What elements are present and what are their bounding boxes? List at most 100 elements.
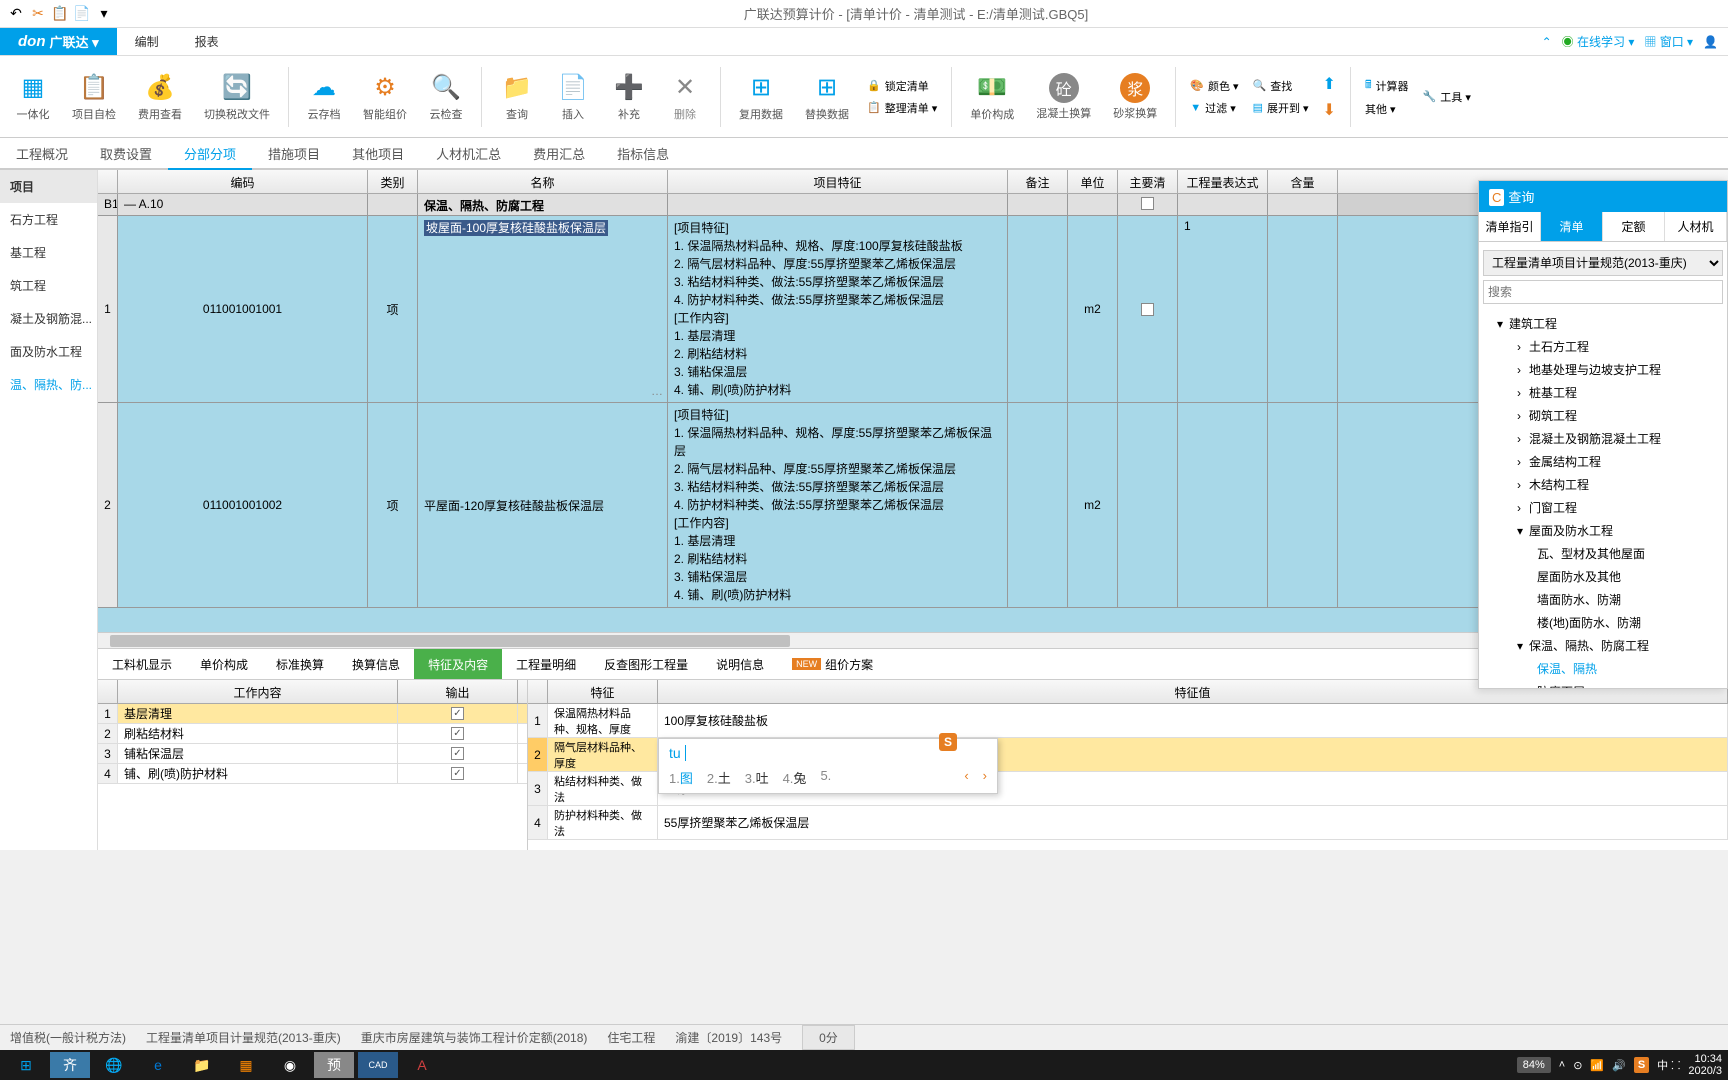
menu-report[interactable]: 报表 [177, 28, 237, 55]
rbtn-zhankai[interactable]: ▤展开到 ▾ [1249, 98, 1313, 118]
sidenav-item[interactable]: 石方工程 [0, 203, 97, 236]
scroll-thumb[interactable] [110, 635, 790, 647]
rbtn-cundang[interactable]: ☁云存档 [299, 68, 349, 126]
row-name[interactable]: 坡屋面-100厚复核硅酸盐板保温层 [424, 220, 608, 236]
rbtn-buchong[interactable]: ➕补充 [604, 68, 654, 126]
tree-item[interactable]: 屋面防水及其他 [1483, 565, 1723, 588]
wc-name[interactable]: 刷粘结材料 [118, 724, 398, 743]
rbtn-shajiang[interactable]: 浆砂浆换算 [1105, 69, 1165, 125]
ime-next-icon[interactable]: › [983, 768, 987, 787]
tab-qitaxiangmu[interactable]: 其他项目 [336, 138, 420, 168]
dtab-danjiagoucheng[interactable]: 单价构成 [186, 649, 262, 679]
rbtn-qita[interactable]: 其他 ▾ [1361, 99, 1413, 119]
rbtn-charu[interactable]: 📄插入 [548, 68, 598, 126]
rbtn-danjia[interactable]: 💵单价构成 [962, 68, 1022, 126]
undo-icon[interactable]: ↶ [8, 6, 24, 22]
row-unit[interactable]: m2 [1068, 216, 1118, 402]
checkbox[interactable] [451, 767, 464, 780]
window-menu[interactable]: ▦ 窗口 ▾ [1644, 33, 1693, 50]
tree-item-active[interactable]: 保温、隔热 [1483, 657, 1723, 680]
tray-icon[interactable]: 📶 [1590, 1059, 1604, 1072]
rbtn-yunjiancha[interactable]: 🔍云检查 [421, 68, 471, 126]
checkbox[interactable] [451, 727, 464, 740]
checkbox[interactable] [451, 707, 464, 720]
app-logo[interactable]: don 广联达 ▾ [0, 28, 117, 55]
tree-item[interactable]: ›桩基工程 [1483, 381, 1723, 404]
sp-tab-qingdan[interactable]: 清单 [1541, 212, 1603, 241]
rbtn-jisuanqi[interactable]: 🖩计算器 [1361, 74, 1413, 97]
ft-row[interactable]: 1 保温隔热材料品种、规格、厚度 100厚复核硅酸盐板 [528, 704, 1728, 738]
ime-lang[interactable]: 中 ⸬ [1657, 1057, 1680, 1073]
checkbox[interactable] [1141, 303, 1154, 316]
col-code[interactable]: 编码 [118, 170, 368, 193]
ft-val[interactable]: 55厚挤塑聚苯乙烯板保温层 [658, 806, 1728, 839]
wc-name[interactable]: 铺粘保温层 [118, 744, 398, 763]
rbtn-down[interactable]: ⬇ [1319, 98, 1340, 122]
tree-item[interactable]: 楼(地)面防水、防潮 [1483, 611, 1723, 634]
rbtn-zhengli[interactable]: 📋整理清单 ▾ [863, 98, 941, 118]
col-remark[interactable]: 备注 [1008, 170, 1068, 193]
sidenav-item-active[interactable]: 温、隔热、防... [0, 368, 97, 401]
tray-up-icon[interactable]: ˄ [1559, 1059, 1565, 1071]
sp-tab-rencaiji[interactable]: 人材机 [1665, 212, 1727, 241]
qat-dropdown-icon[interactable]: ▾ [96, 6, 112, 22]
task-autocad[interactable]: A [402, 1052, 442, 1078]
ft-val[interactable]: 100厚复核硅酸盐板 [658, 704, 1728, 737]
task-preview[interactable]: 预 [314, 1052, 354, 1078]
rbtn-yitihua[interactable]: ▦一体化 [8, 68, 58, 126]
sp-tab-dinge[interactable]: 定额 [1603, 212, 1665, 241]
rbtn-shanchu[interactable]: ✕删除 [660, 68, 710, 126]
zoom-level[interactable]: 84% [1517, 1057, 1551, 1073]
start-button[interactable]: ⊞ [6, 1052, 46, 1078]
task-edge[interactable]: e [138, 1052, 178, 1078]
wc-name[interactable]: 基层清理 [118, 704, 398, 723]
tree-item[interactable]: 防腐面层 [1483, 680, 1723, 688]
ime-prev-icon[interactable]: ‹ [964, 768, 968, 787]
ime-cand[interactable]: 3.吐 [745, 768, 769, 787]
row-code[interactable]: 011001001002 [118, 403, 368, 607]
rbtn-suoding[interactable]: 🔒锁定清单 [863, 76, 941, 96]
row-code[interactable]: 011001001001 [118, 216, 368, 402]
tab-rencaiji[interactable]: 人材机汇总 [420, 138, 517, 168]
rbtn-guolv[interactable]: ▼过滤 ▾ [1186, 98, 1242, 118]
sidenav-item[interactable]: 凝土及钢筋混... [0, 302, 97, 335]
dtab-gongliaojishow[interactable]: 工料机显示 [98, 649, 186, 679]
ime-cand[interactable]: 1.图 [669, 768, 693, 787]
row-feature[interactable]: [项目特征] 1. 保温隔热材料品种、规格、厚度:100厚复核硅酸盐板 2. 隔… [668, 216, 1008, 402]
wc-row[interactable]: 2 刷粘结材料 [98, 724, 527, 744]
task-cad[interactable]: CAD [358, 1052, 398, 1078]
row-expr[interactable]: 1 [1178, 216, 1268, 402]
cut-icon[interactable]: ✂ [30, 6, 46, 22]
col-unit[interactable]: 单位 [1068, 170, 1118, 193]
user-icon[interactable]: 👤 [1703, 35, 1718, 49]
tab-qufeishezhi[interactable]: 取费设置 [84, 138, 168, 168]
dtab-fancha[interactable]: 反查图形工程量 [590, 649, 702, 679]
rbtn-tihuan[interactable]: ⊞替换数据 [797, 68, 857, 126]
tree-item[interactable]: ›混凝土及钢筋混凝土工程 [1483, 427, 1723, 450]
dtab-shuoming[interactable]: 说明信息 [702, 649, 778, 679]
sp-search-input[interactable] [1483, 280, 1723, 304]
tab-fenbufenxiang[interactable]: 分部分项 [168, 138, 252, 170]
rbtn-feiyong[interactable]: 💰费用查看 [130, 68, 190, 126]
checkbox[interactable] [1141, 197, 1154, 210]
task-chrome[interactable]: 🌐 [94, 1052, 134, 1078]
ft-row[interactable]: 4 防护材料种类、做法 55厚挤塑聚苯乙烯板保温层 [528, 806, 1728, 840]
rbtn-fuyong[interactable]: ⊞复用数据 [731, 68, 791, 126]
dtab-huansuanxinxi[interactable]: 换算信息 [338, 649, 414, 679]
col-feature[interactable]: 项目特征 [668, 170, 1008, 193]
wc-row[interactable]: 1 基层清理 [98, 704, 527, 724]
tree-item[interactable]: ›金属结构工程 [1483, 450, 1723, 473]
sogou-tray-icon[interactable]: S [1634, 1057, 1649, 1073]
task-app2[interactable]: ▦ [226, 1052, 266, 1078]
copy-icon[interactable]: 📋 [52, 6, 68, 22]
tree-item[interactable]: ›门窗工程 [1483, 496, 1723, 519]
sp-norm-select[interactable]: 工程量清单项目计量规范(2013-重庆) [1483, 250, 1723, 276]
sidenav-item[interactable]: 筑工程 [0, 269, 97, 302]
menu-compile[interactable]: 编制 [117, 28, 177, 55]
paste-icon[interactable]: 📄 [74, 6, 90, 22]
tree-item[interactable]: ▾建筑工程 [1483, 312, 1723, 335]
tree-item[interactable]: ▾屋面及防水工程 [1483, 519, 1723, 542]
ft-name[interactable]: 粘结材料种类、做法 [548, 772, 658, 805]
rbtn-chazhao[interactable]: 🔍查找 [1249, 76, 1313, 96]
tree-item[interactable]: 瓦、型材及其他屋面 [1483, 542, 1723, 565]
